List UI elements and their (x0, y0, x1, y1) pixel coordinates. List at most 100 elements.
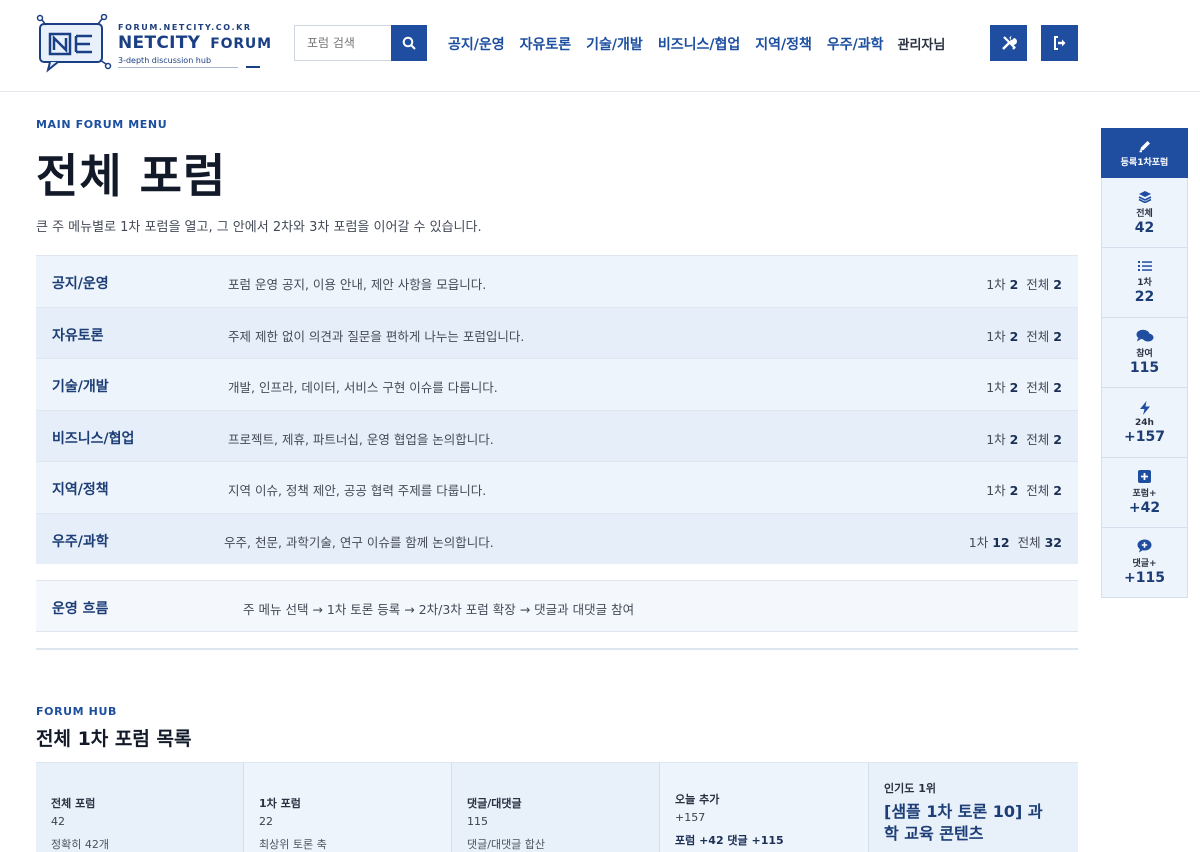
operation-flow: 운영 흐름 주 메뉴 선택 → 1차 토론 등록 → 2차/3차 포럼 확장 →… (36, 580, 1078, 632)
menu-row-desc: 포럼 운영 공지, 이용 안내, 제안 사항을 모읍니다. (228, 277, 487, 292)
nav-item-free[interactable]: 자유토론 (520, 34, 572, 54)
menu-row-tech[interactable]: 기술/개발 개발, 인프라, 데이터, 서비스 구현 이슈를 다룹니다. 1차 … (36, 358, 1078, 410)
logo-forum-text: FORUM (210, 36, 272, 52)
rail-register-button[interactable]: 등록1차포럼 (1101, 128, 1188, 178)
stat-value: +157 (675, 811, 706, 824)
stat-first-forums: 1차 포럼 22 최상위 토론 축 (244, 763, 452, 852)
menu-row-counts: 1차 12 전체 32 (969, 532, 1062, 551)
menu-row-desc: 주제 제한 없이 의견과 질문을 편하게 나누는 포럼입니다. (228, 328, 525, 344)
plus-square-icon (1138, 469, 1151, 483)
menu-row-counts: 1차 2 전체 2 (986, 480, 1062, 499)
nav-item-tech[interactable]: 기술/개발 (586, 34, 643, 54)
hub-title: 전체 1차 포럼 목록 (36, 728, 192, 750)
nav-item-business[interactable]: 비즈니스/협업 (658, 34, 740, 54)
stat-sub: 댓글/대댓글 합산 (467, 838, 546, 851)
site-logo[interactable]: FORUM.NETCITY.CO.KR NETCITY FORUM 3-depth… (36, 14, 276, 74)
main-menu-table: 공지/운영 포럼 운영 공지, 이용 안내, 제안 사항을 모읍니다. 1차 2… (36, 255, 1078, 564)
first-count: 12 (992, 534, 1010, 550)
rail-value: 115 (1129, 360, 1160, 376)
section-divider (36, 648, 1078, 650)
menu-row-counts: 1차 2 전체 2 (986, 326, 1062, 345)
comment-plus-icon (1137, 539, 1152, 553)
rail-label: 24h (1135, 417, 1154, 428)
total-count: 2 (1053, 431, 1062, 447)
first-label: 1차 (986, 328, 1006, 344)
stat-label: 인기도 1위 (884, 782, 936, 795)
total-label: 전체 (1026, 380, 1050, 395)
first-count: 2 (1009, 483, 1019, 498)
lightning-icon (1139, 400, 1150, 415)
tools-icon (1001, 35, 1017, 50)
list-icon (1137, 261, 1152, 271)
rail-value: 22 (1134, 289, 1155, 305)
first-label: 1차 (986, 277, 1006, 292)
first-label: 1차 (986, 483, 1006, 498)
search-button[interactable] (391, 25, 427, 61)
logo-name: NETCITY FORUM (118, 33, 272, 53)
nav-item-notice[interactable]: 공지/운영 (448, 34, 505, 54)
rail-label: 1차 (1137, 278, 1152, 288)
menu-row-name: 비즈니스/협업 (52, 430, 135, 447)
stat-comments: 댓글/대댓글 115 댓글/대댓글 합산 (452, 763, 660, 852)
rail-item-24h[interactable]: 24h +157 (1101, 388, 1188, 458)
first-count: 2 (1009, 277, 1019, 292)
nav-item-science[interactable]: 우주/과학 (827, 34, 884, 54)
flow-text: 주 메뉴 선택 → 1차 토론 등록 → 2차/3차 포럼 확장 → 댓글과 대… (243, 602, 635, 617)
first-count: 2 (1009, 431, 1019, 447)
stat-today: 오늘 추가 +157 포럼 +42 댓글 +115 (660, 763, 869, 852)
first-count: 2 (1009, 328, 1019, 344)
search-box (294, 25, 427, 61)
menu-row-science[interactable]: 우주/과학 우주, 천문, 과학기술, 연구 이슈를 함께 논의합니다. 1차 … (36, 512, 1078, 564)
popular-forum-title[interactable]: [샘플 1차 토론 10] 과학 교육 콘텐츠 (884, 801, 1054, 845)
rail-item-comment-plus[interactable]: 댓글+ +115 (1101, 528, 1188, 598)
layers-icon (1138, 190, 1151, 203)
total-label: 전체 (1026, 483, 1050, 498)
main-eyebrow: MAIN FORUM MENU (36, 118, 168, 131)
logout-button[interactable] (1041, 25, 1078, 61)
rail-label: 댓글+ (1132, 559, 1157, 569)
total-label: 전체 (1017, 534, 1041, 550)
menu-row-counts: 1차 2 전체 2 (986, 274, 1062, 293)
total-label: 전체 (1026, 277, 1050, 292)
first-label: 1차 (986, 431, 1006, 447)
page-lead: 큰 주 메뉴별로 1차 포럼을 열고, 그 안에서 2차와 3차 포럼을 이어갈… (36, 220, 482, 235)
flow-title: 운영 흐름 (52, 601, 109, 617)
nav-admin-link[interactable]: 관리자님 (898, 34, 946, 54)
menu-row-desc: 프로젝트, 제휴, 파트너십, 운영 협업을 논의합니다. (228, 431, 494, 447)
menu-row-region[interactable]: 지역/정책 지역 이슈, 정책 제안, 공공 협력 주제를 다룹니다. 1차 2… (36, 461, 1078, 513)
total-count: 2 (1053, 277, 1062, 292)
logo-domain: FORUM.NETCITY.CO.KR (118, 23, 252, 32)
rail-item-first[interactable]: 1차 22 (1101, 248, 1188, 318)
menu-row-name: 자유토론 (52, 327, 104, 344)
rail-item-forum-plus[interactable]: 포럼+ +42 (1101, 458, 1188, 528)
pen-icon (1139, 140, 1150, 152)
stat-sub: 포럼 +42 댓글 +115 (675, 834, 784, 847)
menu-row-name: 공지/운영 (52, 276, 109, 292)
hub-stats: 전체 포럼 42 정확히 42개 1차 포럼 22 최상위 토론 축 댓글/대댓… (36, 762, 1078, 852)
rail-label: 포럼+ (1132, 488, 1157, 499)
hub-eyebrow: FORUM HUB (36, 705, 117, 718)
first-label: 1차 (986, 380, 1006, 395)
nav-item-region[interactable]: 지역/정책 (755, 34, 812, 54)
menu-row-name: 지역/정책 (52, 482, 109, 498)
comments-icon (1136, 329, 1153, 342)
total-label: 전체 (1026, 328, 1050, 344)
rail-item-total[interactable]: 전체 42 (1101, 178, 1188, 248)
stat-label: 오늘 추가 (675, 793, 720, 806)
page-title: 전체 포럼 (36, 149, 227, 203)
stat-popular[interactable]: 인기도 1위 [샘플 1차 토론 10] 과학 교육 콘텐츠 (869, 763, 1078, 852)
menu-row-notice[interactable]: 공지/운영 포럼 운영 공지, 이용 안내, 제안 사항을 모읍니다. 1차 2… (36, 255, 1078, 307)
quick-rail: 등록1차포럼 전체 42 1차 22 참여 115 24h +157 포럼+ +… (1101, 128, 1188, 598)
total-count: 2 (1053, 483, 1062, 498)
admin-tools-button[interactable] (990, 25, 1027, 61)
logo-mark-icon (36, 14, 112, 73)
rail-label: 참여 (1136, 349, 1153, 359)
rail-item-participation[interactable]: 참여 115 (1101, 318, 1188, 388)
rail-value: +115 (1124, 570, 1165, 586)
menu-row-free[interactable]: 자유토론 주제 제한 없이 의견과 질문을 편하게 나누는 포럼입니다. 1차 … (36, 306, 1078, 358)
menu-row-business[interactable]: 비즈니스/협업 프로젝트, 제휴, 파트너십, 운영 협업을 논의합니다. 1차… (36, 409, 1078, 461)
logout-icon (1053, 36, 1065, 50)
stat-label: 1차 포럼 (259, 797, 301, 810)
search-input[interactable] (294, 25, 392, 61)
first-count: 2 (1009, 380, 1019, 395)
